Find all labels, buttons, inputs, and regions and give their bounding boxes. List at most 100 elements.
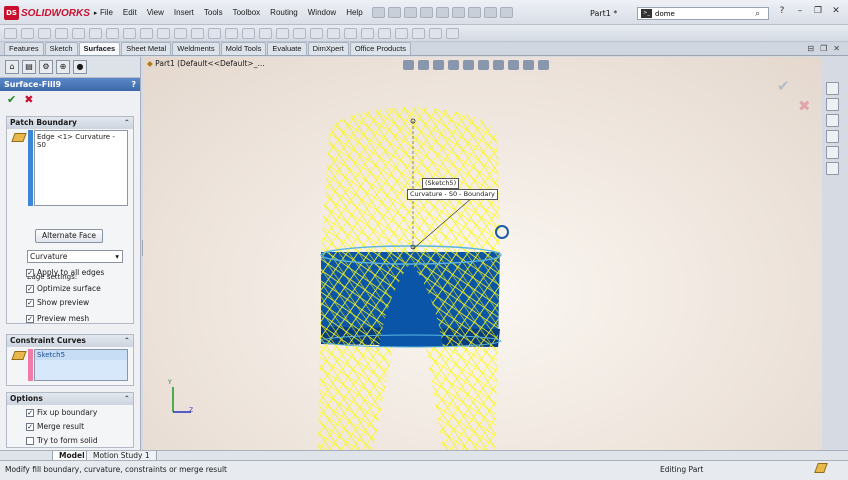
- file-explorer-icon[interactable]: [826, 114, 839, 127]
- patch-boundary-header[interactable]: Patch Boundary ⌃: [7, 117, 133, 129]
- menu-view[interactable]: View: [142, 8, 169, 17]
- confirm-corner-ok-icon[interactable]: ✔: [777, 77, 790, 95]
- constraint-list-item[interactable]: Sketch5: [35, 350, 127, 360]
- close-icon[interactable]: ✕: [830, 6, 842, 16]
- split-line-icon[interactable]: [378, 28, 391, 39]
- tab-dimxpert[interactable]: DimXpert: [307, 42, 349, 55]
- 3d-sketch-icon[interactable]: [446, 28, 459, 39]
- select-icon[interactable]: [452, 7, 465, 18]
- tab-surfaces[interactable]: Surfaces: [78, 42, 121, 55]
- filled-surface-icon[interactable]: [89, 28, 102, 39]
- print-icon[interactable]: [420, 7, 433, 18]
- curvature-select[interactable]: Curvature ▾: [27, 250, 123, 263]
- open-icon[interactable]: [388, 7, 401, 18]
- knit-surface-icon[interactable]: [242, 28, 255, 39]
- edge-list[interactable]: Edge <1> Curvature - S0: [34, 130, 128, 206]
- try-to-form-solid-checkbox[interactable]: Try to form solid: [26, 436, 98, 445]
- delete-face-icon[interactable]: [259, 28, 272, 39]
- thicken-icon[interactable]: [310, 28, 323, 39]
- sketch-icon[interactable]: [429, 28, 442, 39]
- optimize-surface-checkbox[interactable]: ✓ Optimize surface: [26, 284, 101, 293]
- search-icon[interactable]: ⌕: [755, 9, 760, 19]
- fix-up-boundary-checkbox[interactable]: ✓ Fix up boundary: [26, 408, 97, 417]
- help-icon[interactable]: ?: [776, 6, 788, 16]
- menu-tools[interactable]: Tools: [199, 8, 228, 17]
- merge-result-checkbox[interactable]: ✓ Merge result: [26, 422, 84, 431]
- menu-insert[interactable]: Insert: [169, 8, 199, 17]
- offset-surface-icon[interactable]: [123, 28, 136, 39]
- dimxpert-manager-tab-icon[interactable]: ⊕: [56, 60, 70, 74]
- swept-surface-icon[interactable]: [38, 28, 51, 39]
- preview-mesh-checkbox[interactable]: ✓ Preview mesh: [26, 314, 89, 323]
- menu-file[interactable]: File: [95, 8, 118, 17]
- rebuild-icon[interactable]: [468, 7, 481, 18]
- solidworks-logo[interactable]: DS SOLIDWORKS ▸: [4, 5, 97, 21]
- fillet-icon[interactable]: [174, 28, 187, 39]
- design-library-icon[interactable]: [826, 98, 839, 111]
- tile-icon[interactable]: ⊟: [807, 44, 814, 53]
- sketch-callout[interactable]: (Sketch5): [422, 178, 460, 189]
- menu-toolbox[interactable]: Toolbox: [228, 8, 266, 17]
- undo-icon[interactable]: [436, 7, 449, 18]
- rebuild-status-icon[interactable]: [814, 463, 828, 473]
- appearances-icon[interactable]: [826, 146, 839, 159]
- restore-doc-icon[interactable]: ❐: [820, 44, 827, 53]
- custom-properties-icon[interactable]: [826, 162, 839, 175]
- collapse-icon[interactable]: ⌃: [124, 393, 130, 405]
- configuration-manager-tab-icon[interactable]: ⚙: [39, 60, 53, 74]
- graphics-area[interactable]: ◆ Part1 (Default<<Default>_... Y Z (Sket…: [143, 57, 822, 450]
- menu-routing[interactable]: Routing: [265, 8, 303, 17]
- property-manager-tab-icon[interactable]: ▤: [22, 60, 36, 74]
- mid-surface-icon[interactable]: [293, 28, 306, 39]
- options-header[interactable]: Options ⌃: [7, 393, 133, 405]
- tab-office-products[interactable]: Office Products: [349, 42, 411, 55]
- alternate-face-button[interactable]: Alternate Face: [35, 229, 103, 243]
- save-icon[interactable]: [404, 7, 417, 18]
- apply-all-edges-checkbox[interactable]: ✓ Apply to all edges: [26, 268, 104, 277]
- ruled-surface-icon[interactable]: [140, 28, 153, 39]
- restore-icon[interactable]: ❐: [812, 6, 824, 16]
- curves-icon[interactable]: [395, 28, 408, 39]
- tab-sheet-metal[interactable]: Sheet Metal: [121, 42, 172, 55]
- search-input[interactable]: [655, 9, 755, 18]
- tab-evaluate[interactable]: Evaluate: [267, 42, 307, 55]
- constraint-list[interactable]: Sketch5: [34, 349, 128, 381]
- radiate-surface-icon[interactable]: [157, 28, 170, 39]
- revolved-surface-icon[interactable]: [21, 28, 34, 39]
- collapse-icon[interactable]: ⌃: [124, 335, 130, 347]
- ok-check-icon[interactable]: ✔: [7, 93, 16, 106]
- thickened-cut-icon[interactable]: [327, 28, 340, 39]
- minimize-icon[interactable]: –: [794, 6, 806, 16]
- new-document-icon[interactable]: [372, 7, 385, 18]
- collapse-icon[interactable]: ⌃: [124, 117, 130, 129]
- reference-geometry-icon[interactable]: [412, 28, 425, 39]
- cut-with-surface-icon[interactable]: [344, 28, 357, 39]
- menu-window[interactable]: Window: [303, 8, 341, 17]
- boundary-surface-icon[interactable]: [72, 28, 85, 39]
- close-doc-icon[interactable]: ✕: [833, 44, 840, 53]
- solidworks-resources-icon[interactable]: [826, 82, 839, 95]
- edge-list-item[interactable]: Edge <1> Curvature - S0: [37, 133, 125, 149]
- trim-surface-icon[interactable]: [208, 28, 221, 39]
- tab-sketch[interactable]: Sketch: [44, 42, 78, 55]
- confirm-corner-cancel-icon[interactable]: ✖: [798, 97, 811, 115]
- feature-manager-tab-icon[interactable]: ⌂: [5, 60, 19, 74]
- untrim-surface-icon[interactable]: [225, 28, 238, 39]
- extend-surface-icon[interactable]: [191, 28, 204, 39]
- freeform-icon[interactable]: [361, 28, 374, 39]
- tab-mold-tools[interactable]: Mold Tools: [220, 42, 267, 55]
- constraint-curves-header[interactable]: Constraint Curves ⌃: [7, 335, 133, 347]
- display-manager-tab-icon[interactable]: ●: [73, 60, 87, 74]
- show-preview-checkbox[interactable]: ✓ Show preview: [26, 298, 89, 307]
- tab-features[interactable]: Features: [4, 42, 44, 55]
- replace-face-icon[interactable]: [276, 28, 289, 39]
- tab-weldments[interactable]: Weldments: [172, 42, 220, 55]
- pm-help-icon[interactable]: ?: [131, 80, 136, 89]
- view-palette-icon[interactable]: [826, 130, 839, 143]
- menu-help[interactable]: Help: [341, 8, 367, 17]
- options-icon[interactable]: [500, 7, 513, 18]
- lofted-surface-icon[interactable]: [55, 28, 68, 39]
- planar-surface-icon[interactable]: [106, 28, 119, 39]
- boundary-callout[interactable]: Curvature - S0 - Boundary: [407, 189, 498, 200]
- cancel-x-icon[interactable]: ✖: [24, 93, 33, 106]
